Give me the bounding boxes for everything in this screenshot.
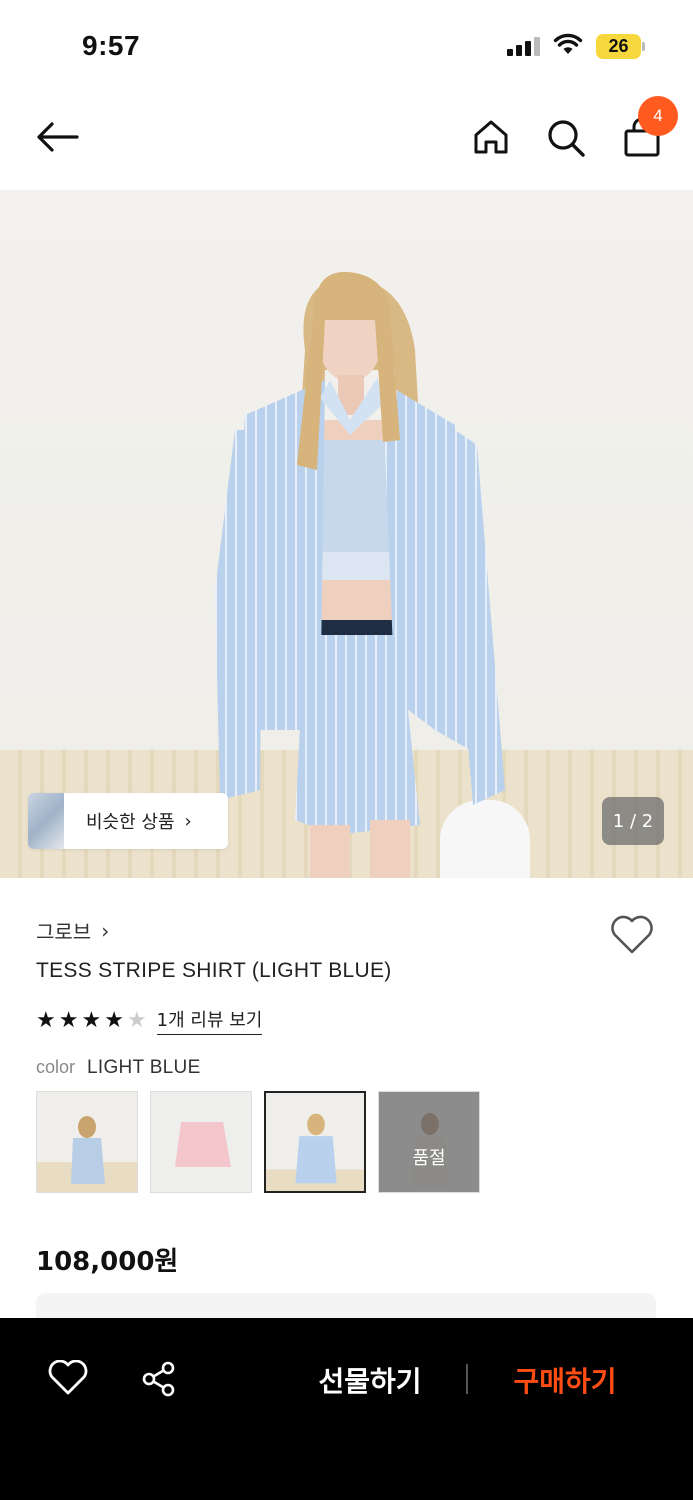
color-swatch-4-soldout[interactable]: 품절 <box>378 1091 480 1193</box>
star-filled-icon: ★ <box>81 1007 102 1033</box>
gift-button[interactable]: 선물하기 <box>300 1360 440 1400</box>
swatch-image <box>266 1093 364 1191</box>
search-icon[interactable] <box>545 117 587 159</box>
similar-products-button[interactable]: 비슷한 상품 › <box>28 793 228 849</box>
battery-icon: 26 <box>596 34 646 59</box>
home-icon[interactable] <box>472 118 510 156</box>
rating-row: ★ ★ ★ ★ ★ 1개 리뷰 보기 <box>36 1006 263 1035</box>
price: 108,000원 <box>36 1247 179 1277</box>
star-rating: ★ ★ ★ ★ ★ <box>36 1007 147 1033</box>
star-empty-icon: ★ <box>126 1007 147 1033</box>
brand-name: 그로브 <box>36 920 92 944</box>
image-counter: 1 / 2 <box>602 797 664 845</box>
color-key: color <box>36 1057 76 1077</box>
color-swatch-1[interactable] <box>36 1091 138 1193</box>
signal-icon <box>507 36 540 56</box>
color-swatch-3-selected[interactable] <box>264 1091 366 1193</box>
chevron-right-icon: › <box>184 810 192 832</box>
star-filled-icon: ★ <box>36 1007 56 1033</box>
color-swatches: 품절 <box>36 1091 480 1193</box>
brand-link[interactable]: 그로브 › <box>36 916 109 945</box>
swatch-image <box>37 1092 137 1192</box>
share-icon[interactable] <box>140 1360 178 1398</box>
color-row: color LIGHT BLUE <box>36 1057 201 1079</box>
wishlist-heart-icon[interactable] <box>610 915 654 955</box>
swatch-image <box>151 1092 251 1192</box>
product-name: TESS STRIPE SHIRT (LIGHT BLUE) <box>36 959 392 982</box>
product-image[interactable]: 비슷한 상품 › 1 / 2 <box>0 190 693 878</box>
soldout-label: 품절 <box>379 1092 479 1192</box>
star-filled-icon: ★ <box>104 1007 124 1033</box>
color-value: LIGHT BLUE <box>87 1057 201 1078</box>
similar-products-label: 비슷한 상품 <box>86 812 175 833</box>
view-reviews-link[interactable]: 1개 리뷰 보기 <box>156 1006 263 1035</box>
bottom-action-bar: 선물하기 구매하기 <box>0 1318 693 1500</box>
color-swatch-2[interactable] <box>150 1091 252 1193</box>
similar-product-thumbnail <box>28 793 64 849</box>
divider <box>466 1364 468 1394</box>
star-filled-icon: ★ <box>58 1007 79 1033</box>
wifi-icon <box>553 33 583 54</box>
heart-icon[interactable] <box>48 1360 88 1396</box>
back-arrow-icon[interactable] <box>34 120 80 154</box>
status-time: 9:57 <box>82 30 141 61</box>
cart-count-badge: 4 <box>638 96 678 136</box>
top-nav <box>0 95 693 190</box>
buy-button[interactable]: 구매하기 <box>500 1360 630 1400</box>
battery-level: 26 <box>596 34 641 59</box>
status-bar: 9:57 26 <box>0 0 693 95</box>
model-photo <box>215 271 505 878</box>
chevron-right-icon: › <box>101 918 110 943</box>
